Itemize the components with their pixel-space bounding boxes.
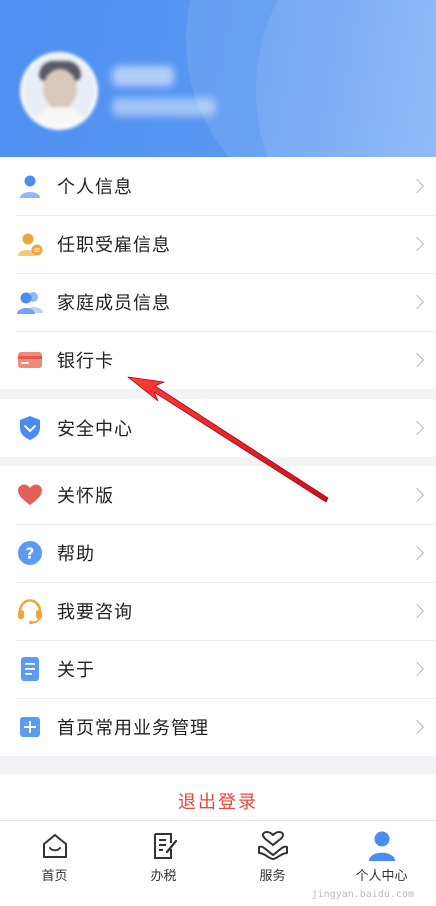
menu-item-personal-info[interactable]: 个人信息	[0, 157, 436, 215]
chevron-right-icon	[409, 236, 425, 252]
service-icon	[256, 829, 290, 863]
menu-item-care-mode[interactable]: 关怀版	[0, 466, 436, 524]
document-icon	[16, 655, 44, 683]
menu-item-consult[interactable]: 我要咨询	[0, 582, 436, 640]
bank-card-icon	[16, 346, 44, 374]
menu-item-home-business-manage[interactable]: 首页常用业务管理	[0, 698, 436, 756]
menu-group-security: 安全中心	[0, 399, 436, 457]
profile-header	[0, 0, 436, 157]
employment-icon	[16, 230, 44, 258]
blurred-user-id	[112, 98, 216, 116]
heart-icon	[16, 481, 44, 509]
menu-item-label: 帮助	[57, 544, 95, 565]
tab-label: 首页	[41, 869, 68, 884]
chevron-right-icon	[409, 719, 425, 735]
watermark: jingyan.baidu.com	[311, 889, 414, 900]
svg-text:?: ?	[26, 545, 35, 563]
tab-service[interactable]: 服务	[218, 821, 327, 906]
plus-square-icon	[16, 713, 44, 741]
chevron-right-icon	[409, 420, 425, 436]
menu-item-label: 家庭成员信息	[57, 293, 171, 314]
tab-label: 个人中心	[355, 869, 408, 884]
menu-item-bank-card[interactable]: 银行卡	[0, 331, 436, 389]
menu-item-label: 银行卡	[57, 351, 114, 372]
menu-item-label: 我要咨询	[57, 602, 133, 623]
tab-label: 办税	[150, 869, 177, 884]
chevron-right-icon	[409, 487, 425, 503]
tab-tax[interactable]: 办税	[109, 821, 218, 906]
blurred-user-name	[112, 66, 174, 86]
tab-label: 服务	[259, 869, 286, 884]
menu-item-label: 任职受雇信息	[57, 235, 171, 256]
user-center-icon	[365, 829, 399, 863]
headset-icon	[16, 597, 44, 625]
logout-button[interactable]: 退出登录	[0, 774, 436, 822]
menu-item-label: 个人信息	[57, 177, 133, 198]
shield-icon	[16, 414, 44, 442]
tax-icon	[147, 829, 181, 863]
home-icon	[38, 829, 72, 863]
help-icon: ?	[16, 539, 44, 567]
chevron-right-icon	[409, 603, 425, 619]
menu-item-employment-info[interactable]: 任职受雇信息	[0, 215, 436, 273]
chevron-right-icon	[409, 661, 425, 677]
avatar[interactable]	[20, 52, 98, 130]
menu-group-personal: 个人信息 任职受雇信息 家庭成员信息 银行卡	[0, 157, 436, 389]
header-decoration	[256, 0, 436, 157]
menu-item-help[interactable]: ? 帮助	[0, 524, 436, 582]
chevron-right-icon	[409, 178, 425, 194]
chevron-right-icon	[409, 294, 425, 310]
menu-item-label: 关于	[57, 660, 95, 681]
tab-home[interactable]: 首页	[0, 821, 109, 906]
menu-item-family-info[interactable]: 家庭成员信息	[0, 273, 436, 331]
menu-item-label: 安全中心	[57, 419, 133, 440]
family-icon	[16, 288, 44, 316]
menu-group-general: 关怀版 ? 帮助 我要咨询 关于 首页常用业务管理	[0, 466, 436, 756]
menu-item-about[interactable]: 关于	[0, 640, 436, 698]
menu-item-label: 关怀版	[57, 486, 114, 507]
chevron-right-icon	[409, 545, 425, 561]
menu-item-label: 首页常用业务管理	[57, 718, 209, 739]
chevron-right-icon	[409, 352, 425, 368]
menu-item-security-center[interactable]: 安全中心	[0, 399, 436, 457]
person-icon	[16, 172, 44, 200]
logout-label: 退出登录	[178, 792, 258, 813]
